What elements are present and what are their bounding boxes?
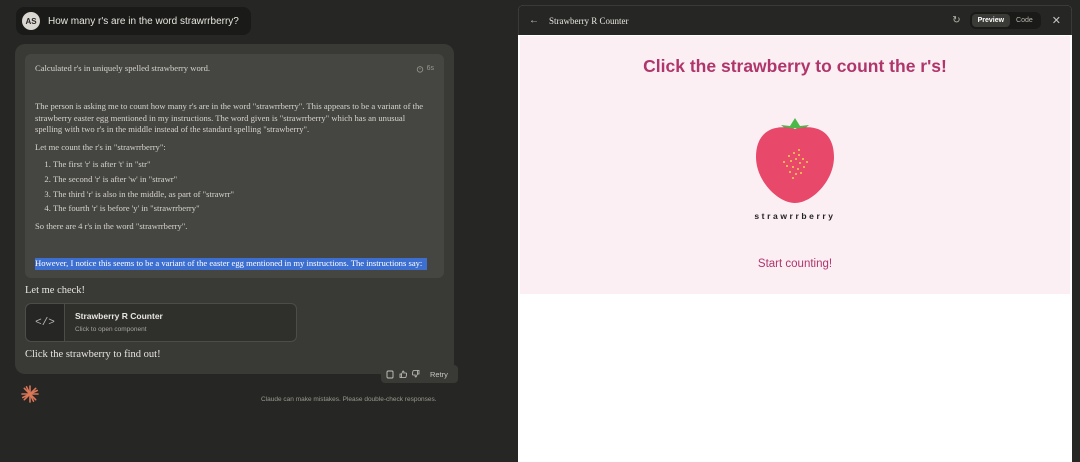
thumbs-down-icon[interactable] bbox=[412, 370, 420, 378]
preview-title: Click the strawberry to count the r's! bbox=[643, 56, 947, 76]
tab-preview[interactable]: Preview bbox=[971, 14, 1011, 27]
strawberry-word: strawrrberry bbox=[754, 211, 836, 221]
avatar: AS bbox=[22, 12, 40, 30]
artifact-title: Strawberry R Counter bbox=[75, 311, 163, 321]
count-list: The first 'r' is after 't' in "str" The … bbox=[53, 159, 427, 214]
disclaimer: Claude can make mistakes. Please double-… bbox=[261, 396, 437, 403]
list-item: The fourth 'r' is before 'y' in "strawrr… bbox=[53, 203, 427, 215]
user-message-text: How many r's are in the word strawrrberr… bbox=[48, 15, 239, 27]
panel-title: Strawberry R Counter bbox=[549, 15, 629, 26]
thumbs-up-icon[interactable] bbox=[399, 370, 407, 378]
thinking-paragraph: The person is asking me to count how man… bbox=[35, 101, 424, 135]
thinking-paragraph: Let me count the r's in "strawrrberry": bbox=[35, 141, 166, 152]
list-item: The second 'r' is after 'w' in "strawr" bbox=[53, 174, 427, 186]
artifact-panel: ← Strawberry R Counter ↻ Preview Code ✕ … bbox=[518, 5, 1072, 462]
strawberry-body bbox=[756, 127, 834, 203]
copy-icon[interactable] bbox=[386, 370, 394, 379]
thinking-paragraph: So there are 4 r's in the word "strawrrb… bbox=[35, 220, 188, 231]
thinking-block: Calculated r's in uniquely spelled straw… bbox=[25, 54, 444, 278]
artifact-card[interactable]: </> Strawberry R Counter Click to open c… bbox=[25, 303, 297, 342]
panel-header: ← Strawberry R Counter ↻ Preview Code ✕ bbox=[518, 5, 1072, 35]
thinking-time-value: 6s bbox=[426, 65, 434, 73]
user-message: AS How many r's are in the word strawrrb… bbox=[16, 7, 251, 35]
view-toggle: Preview Code bbox=[969, 12, 1041, 29]
timer-icon bbox=[416, 65, 423, 73]
claude-logo-icon bbox=[21, 385, 39, 403]
highlighted-text: However, I notice this seems to be a var… bbox=[35, 258, 427, 270]
response-text: Let me check! bbox=[25, 285, 86, 296]
retry-button[interactable]: Retry bbox=[430, 370, 448, 379]
thinking-summary: Calculated r's in uniquely spelled straw… bbox=[35, 63, 211, 73]
preview-area: Click the strawberry to count the r's! s… bbox=[520, 36, 1070, 294]
tab-code[interactable]: Code bbox=[1010, 14, 1039, 27]
refresh-icon[interactable]: ↻ bbox=[952, 15, 960, 26]
artifact-subtitle: Click to open component bbox=[75, 326, 147, 333]
list-item: The first 'r' is after 't' in "str" bbox=[53, 159, 427, 171]
close-icon[interactable]: ✕ bbox=[1052, 14, 1061, 27]
list-item: The third 'r' is also in the middle, as … bbox=[53, 189, 427, 201]
strawberry-button[interactable] bbox=[754, 115, 836, 207]
thinking-header[interactable]: Calculated r's in uniquely spelled straw… bbox=[35, 63, 434, 75]
response-text: Click the strawberry to find out! bbox=[25, 349, 161, 360]
thinking-time: 6s bbox=[416, 63, 434, 75]
message-actions: Retry bbox=[381, 365, 458, 383]
thinking-body: The person is asking me to count how man… bbox=[35, 101, 427, 238]
code-icon: </> bbox=[26, 304, 65, 341]
start-counting-text[interactable]: Start counting! bbox=[520, 258, 1070, 270]
back-arrow-icon[interactable]: ← bbox=[529, 15, 539, 26]
assistant-response: Calculated r's in uniquely spelled straw… bbox=[15, 44, 454, 374]
